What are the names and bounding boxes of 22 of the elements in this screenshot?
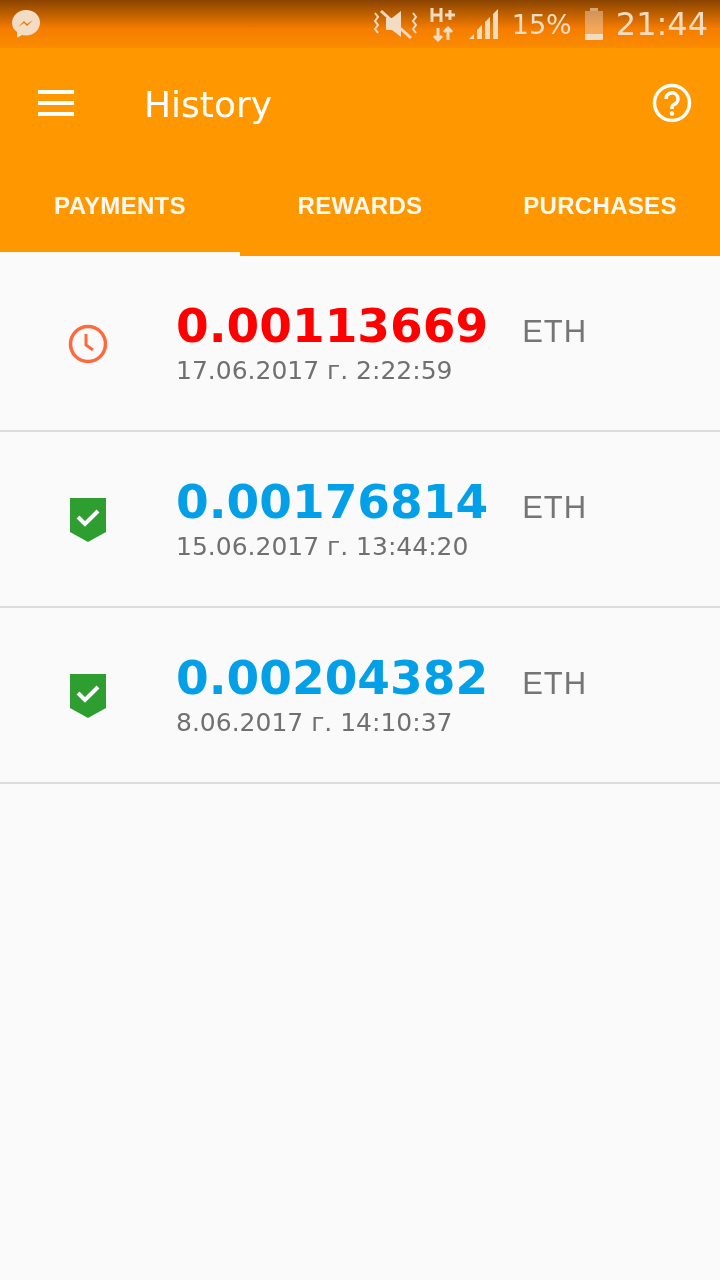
tab[interactable]: PAYMENTS bbox=[0, 160, 240, 256]
payment-date: 15.06.2017 г. 13:44:20 bbox=[176, 531, 470, 563]
payment-date: 17.06.2017 г. 2:22:59 bbox=[176, 355, 454, 387]
payment-amount: 0.00176814 bbox=[176, 474, 489, 530]
payment-amount: 0.00113669 bbox=[176, 298, 489, 354]
battery-percent: 15% bbox=[511, 8, 572, 40]
tab[interactable]: REWARDS bbox=[240, 160, 480, 256]
battery-icon bbox=[583, 8, 604, 40]
network-type-icon bbox=[429, 6, 456, 42]
menu-icon bbox=[36, 87, 76, 118]
help-icon bbox=[652, 82, 692, 123]
payment-date: 8.06.2017 г. 14:10:37 bbox=[176, 707, 454, 739]
tab[interactable]: PURCHASES bbox=[480, 160, 720, 256]
currency: ETH bbox=[522, 666, 588, 702]
signal-icon bbox=[467, 8, 500, 40]
clock: 21:44 bbox=[615, 5, 708, 43]
messenger-icon bbox=[10, 8, 42, 40]
screen-title: History bbox=[144, 83, 274, 125]
currency: ETH bbox=[522, 490, 588, 526]
payment-amount: 0.00204382 bbox=[176, 650, 489, 706]
currency: ETH bbox=[522, 314, 588, 350]
mute-icon bbox=[371, 7, 418, 41]
